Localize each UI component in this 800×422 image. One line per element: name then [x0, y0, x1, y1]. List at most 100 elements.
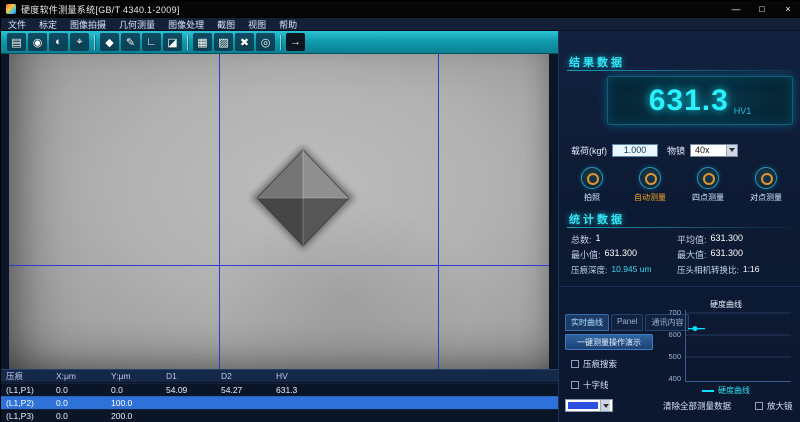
curve-color-swatch — [568, 402, 598, 409]
close-button[interactable]: × — [775, 1, 800, 17]
menu-bar: 文件 标定 图像拍摄 几何测量 图像处理 截图 视图 帮助 — [1, 18, 800, 31]
result-table-icon[interactable]: ▦ — [193, 33, 212, 51]
erase-measure-icon[interactable]: ◪ — [163, 33, 182, 51]
menu-image-processing[interactable]: 图像处理 — [168, 18, 204, 31]
stats-row: 压痕深度: 10.945 um 压头相机转换比: 1:16 — [571, 264, 797, 276]
capture-button[interactable]: 拍照 — [563, 167, 621, 203]
stat-depth-label: 压痕深度: — [571, 264, 607, 276]
aperture-icon — [581, 167, 603, 189]
col-header-d1: D1 — [161, 371, 216, 381]
point-measure-button-label: 对点测量 — [737, 192, 795, 203]
checkbox-icon — [755, 402, 763, 410]
objective-value: 40x — [695, 145, 710, 155]
live-video-icon[interactable]: ◐ — [49, 33, 68, 51]
hardness-value: 631.3 — [649, 84, 729, 118]
cell-y: 100.0 — [106, 398, 161, 408]
objective-select[interactable]: 40x — [690, 144, 738, 157]
save-image-icon[interactable]: ▨ — [214, 33, 233, 51]
stat-ratio-label: 压头相机转换比: — [677, 264, 739, 276]
hardness-chart-plot — [685, 310, 791, 384]
stat-max-value: 631.300 — [711, 248, 744, 261]
snapshot-icon[interactable]: ◎ — [256, 33, 275, 51]
four-point-measure-button[interactable]: 四点测量 — [679, 167, 737, 203]
legend-line — [702, 390, 714, 392]
stat-total-value: 1 — [596, 233, 601, 246]
app-window: 硬度软件测量系统[GB/T 4340.1-2009] — □ × 文件 标定 图… — [0, 0, 800, 421]
measure-buttons: 拍照 自动测量 四点测量 对点测量 — [563, 167, 799, 203]
one-key-demo-button[interactable]: 一键测量操作演示 — [565, 334, 653, 350]
image-viewport — [1, 54, 558, 369]
cell-d1: 54.09 — [161, 385, 216, 395]
stats-row: 最小值:631.300 最大值:631.300 — [571, 248, 797, 261]
indentation-diamond — [257, 150, 349, 246]
cell-hv: 631.3 — [271, 385, 317, 395]
menu-help[interactable]: 帮助 — [279, 18, 297, 31]
menu-geometry-measure[interactable]: 几何测量 — [119, 18, 155, 31]
load-input[interactable]: 1.000 — [612, 144, 658, 157]
y-tick: 500 — [653, 352, 681, 361]
indent-search-label: 压痕搜索 — [583, 358, 617, 370]
app-icon — [6, 4, 16, 14]
menu-screenshot[interactable]: 截图 — [217, 18, 235, 31]
stat-depth-value: 10.945 um — [611, 264, 651, 276]
hardness-chart: 硬度曲线 700 600 500 400 硬度曲线 — [653, 299, 799, 399]
crosshair-target-icon[interactable]: ⌖ — [70, 33, 89, 51]
diamond-measure-icon[interactable]: ◆ — [100, 33, 119, 51]
capture-button-label: 拍照 — [563, 192, 621, 203]
table-header-row: 压痕 X:μm Y:μm D1 D2 HV — [1, 370, 558, 383]
menu-file[interactable]: 文件 — [8, 18, 26, 31]
aperture-icon — [755, 167, 777, 189]
magnifier-label: 放大镜 — [767, 400, 793, 412]
title-bar: 硬度软件测量系统[GB/T 4340.1-2009] — □ × — [1, 1, 800, 18]
table-row-selected[interactable]: (L1,P2) 0.0 100.0 — [1, 396, 558, 409]
microscope-image[interactable] — [9, 54, 549, 369]
objective-label: 物镜 — [667, 144, 685, 157]
stat-min-label: 最小值: — [571, 248, 601, 261]
hardness-display: 631.3 HV1 — [607, 76, 793, 125]
draw-measure-icon[interactable]: ✎ — [121, 33, 140, 51]
auto-measure-button-label: 自动测量 — [621, 192, 679, 203]
window-controls: — □ × — [723, 1, 800, 17]
stat-ratio-value: 1:16 — [743, 264, 760, 276]
col-header-y: Y:μm — [106, 371, 161, 381]
chart-legend-label: 硬度曲线 — [718, 385, 750, 396]
delete-icon[interactable]: ✖ — [235, 33, 254, 51]
tab-live-curve[interactable]: 实时曲线 — [565, 314, 609, 331]
table-row[interactable]: (L1,P1) 0.0 0.0 54.09 54.27 631.3 — [1, 383, 558, 396]
auto-measure-button[interactable]: 自动测量 — [621, 167, 679, 203]
stage-grid-icon[interactable]: ▤ — [7, 33, 26, 51]
camera-capture-icon[interactable]: ◉ — [28, 33, 47, 51]
angle-measure-icon[interactable]: ∟ — [142, 33, 161, 51]
cell-d2: 54.27 — [216, 385, 271, 395]
cell-y: 0.0 — [106, 385, 161, 395]
maximize-button[interactable]: □ — [749, 1, 775, 17]
indentation-overlay — [9, 54, 549, 369]
chart-legend: 硬度曲线 — [653, 385, 799, 396]
aperture-icon — [697, 167, 719, 189]
stats-row: 总数:1 平均值:631.300 — [571, 233, 797, 246]
point-measure-button[interactable]: 对点测量 — [737, 167, 795, 203]
clear-all-data-button[interactable]: 清除全部测量数据 — [663, 400, 731, 412]
menu-calibration[interactable]: 标定 — [39, 18, 57, 31]
menu-view[interactable]: 视图 — [248, 18, 266, 31]
chart-point — [693, 326, 698, 331]
cell-indent: (L1,P2) — [1, 398, 51, 408]
menu-image-capture[interactable]: 图像拍摄 — [70, 18, 106, 31]
section-divider — [567, 70, 794, 71]
table-row[interactable]: (L1,P3) 0.0 200.0 — [1, 409, 558, 422]
hardness-unit: HV1 — [734, 106, 752, 116]
stat-max-label: 最大值: — [677, 248, 707, 261]
crosshair-checkbox[interactable]: 十字线 — [571, 379, 609, 391]
magnifier-checkbox[interactable]: 放大镜 — [755, 400, 793, 412]
col-header-x: X:μm — [51, 371, 106, 381]
checkbox-icon — [571, 360, 579, 368]
chevron-down-icon — [726, 145, 737, 156]
stats-section-header: 统计数据 — [569, 211, 625, 227]
curve-color-select[interactable] — [565, 399, 613, 412]
export-icon[interactable]: → — [286, 33, 305, 51]
indent-search-checkbox[interactable]: 压痕搜索 — [571, 358, 617, 370]
y-tick: 700 — [653, 308, 681, 317]
tab-panel[interactable]: Panel — [611, 314, 643, 331]
col-header-hv: HV — [271, 371, 317, 381]
minimize-button[interactable]: — — [723, 1, 749, 17]
